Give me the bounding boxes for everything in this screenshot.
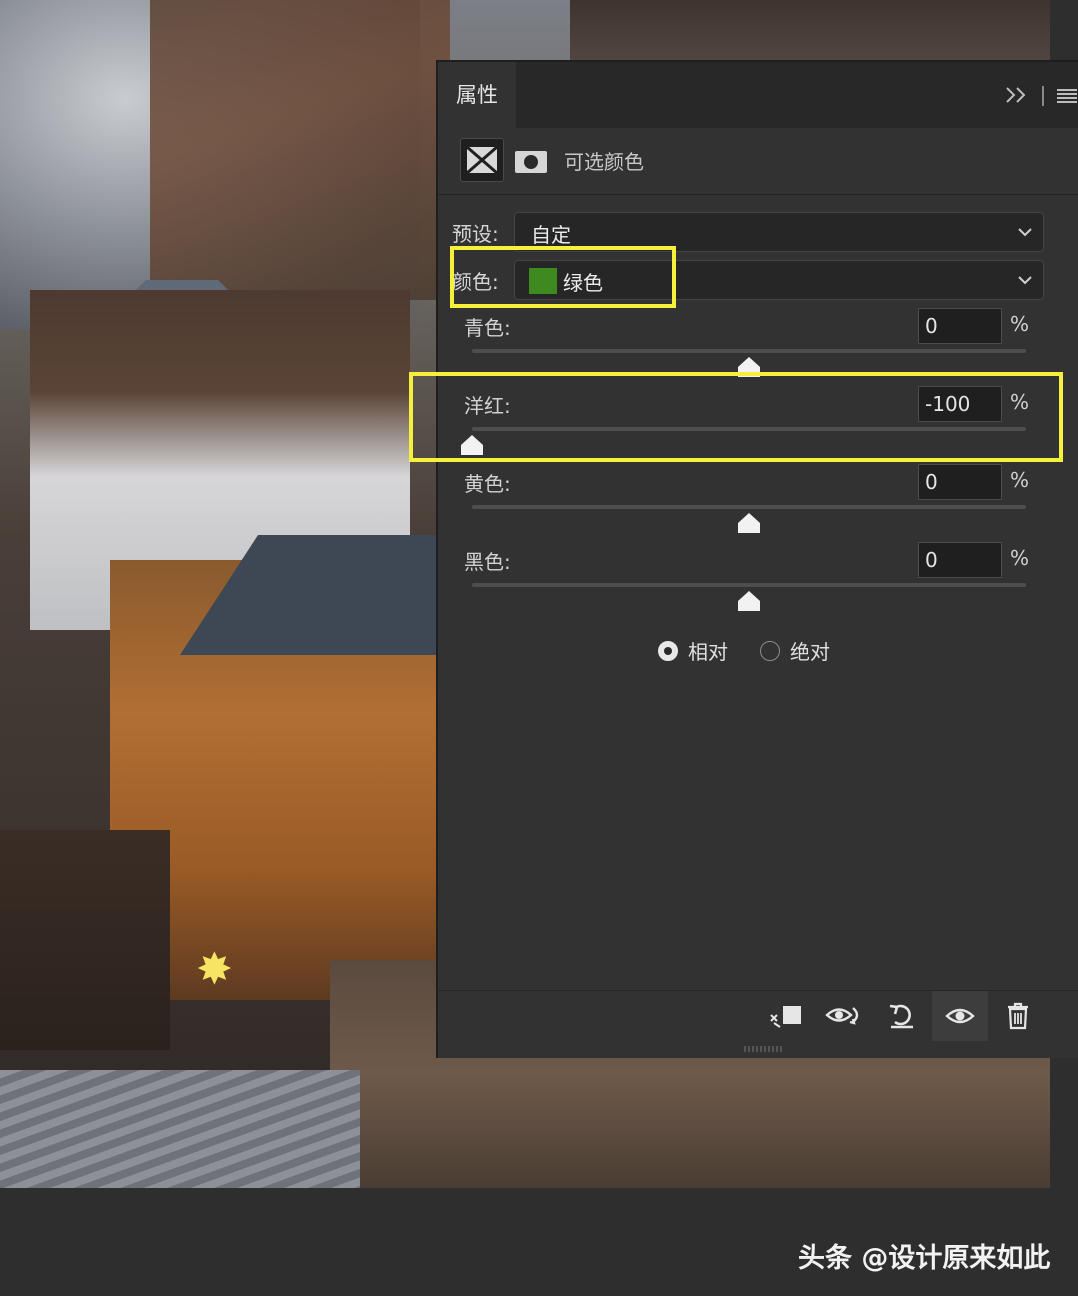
panel-menu-icon[interactable] — [1056, 88, 1078, 104]
view-previous-state-button[interactable] — [816, 991, 872, 1041]
panel-header: 属性 — [438, 62, 1078, 128]
cyan-input[interactable]: 0 — [918, 308, 1002, 344]
black-input[interactable]: 0 — [918, 542, 1002, 578]
black-track[interactable] — [472, 583, 1026, 587]
relative-label[interactable]: 相对 — [688, 636, 728, 665]
chevron-down-icon — [1018, 228, 1032, 237]
panel-footer — [438, 990, 1078, 1045]
properties-panel: 属性 可选颜色 预设: 自定 颜色: 绿色 青色: 0 % 洋红: -100 %… — [436, 60, 1078, 1058]
black-label: 黑色: — [464, 550, 511, 574]
adjustment-title: 可选颜色 — [564, 150, 644, 174]
watermark: 头条 @设计原来如此 — [798, 1243, 1051, 1274]
adjustment-icon-button[interactable] — [460, 138, 504, 182]
tab-properties[interactable]: 属性 — [438, 62, 516, 128]
header-divider — [1042, 86, 1044, 106]
star-ornament: ✸ — [196, 944, 233, 995]
black-slider-thumb[interactable] — [737, 590, 761, 612]
clip-to-layer-icon — [770, 1006, 801, 1028]
view-previous-state-icon — [825, 1007, 859, 1025]
relative-radio[interactable] — [658, 641, 678, 661]
colors-highlight-box — [450, 246, 676, 308]
preset-label: 预设: — [452, 222, 499, 246]
cyan-unit: % — [1010, 312, 1030, 336]
delete-button[interactable] — [990, 991, 1046, 1041]
absolute-label[interactable]: 绝对 — [790, 636, 830, 665]
chevron-down-icon — [1018, 276, 1032, 285]
visibility-icon — [945, 1008, 975, 1024]
resize-grip[interactable] — [744, 1046, 784, 1052]
selective-color-icon — [466, 145, 498, 175]
visibility-button[interactable] — [932, 991, 988, 1041]
reset-button[interactable] — [874, 991, 930, 1041]
magenta-highlight-box — [409, 372, 1063, 462]
yellow-slider-thumb[interactable] — [737, 512, 761, 534]
yellow-unit: % — [1010, 468, 1030, 492]
absolute-radio[interactable] — [760, 641, 780, 661]
reset-icon — [889, 1004, 913, 1029]
collapse-icon[interactable] — [1004, 84, 1030, 106]
yellow-label: 黄色: — [464, 472, 511, 496]
yellow-input[interactable]: 0 — [918, 464, 1002, 500]
layer-mask-icon[interactable] — [514, 150, 548, 174]
clip-to-layer-button[interactable] — [758, 991, 814, 1041]
trash-icon — [1008, 1002, 1028, 1030]
cyan-track[interactable] — [472, 349, 1026, 353]
preset-value: 自定 — [531, 223, 571, 247]
black-unit: % — [1010, 546, 1030, 570]
adjustment-type-row: 可选颜色 — [438, 128, 1078, 195]
cyan-label: 青色: — [464, 316, 511, 340]
yellow-track[interactable] — [472, 505, 1026, 509]
